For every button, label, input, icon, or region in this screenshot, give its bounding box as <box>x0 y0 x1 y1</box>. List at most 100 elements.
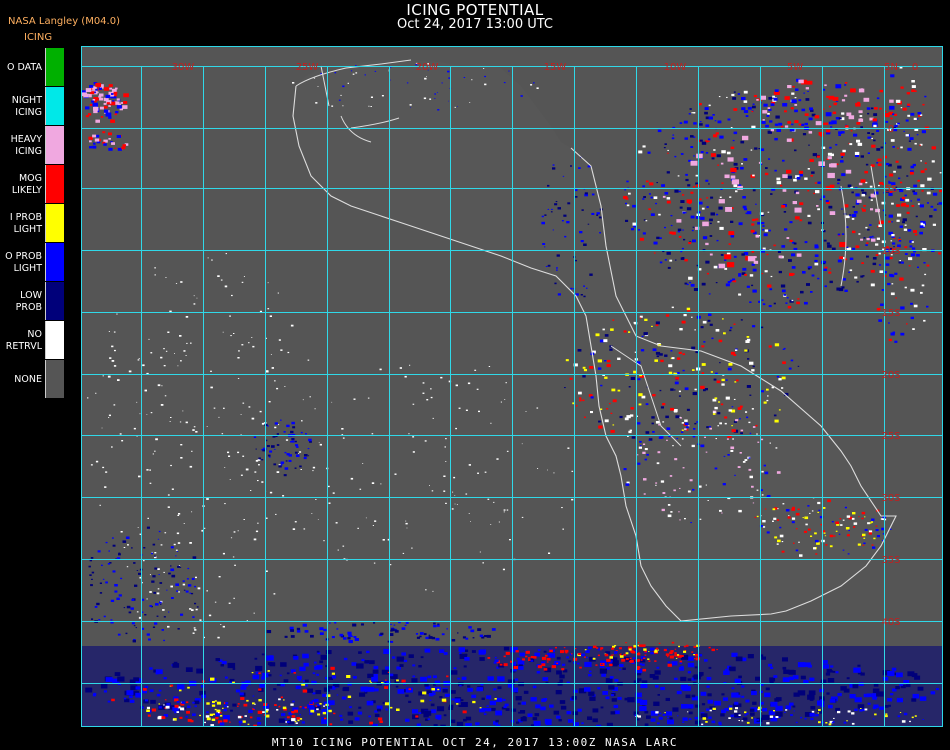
icing-pixel <box>446 628 448 630</box>
icing-pixel <box>667 266 671 269</box>
icing-pixel <box>450 690 456 694</box>
icing-pixel <box>791 99 797 104</box>
icing-pixel <box>592 708 599 713</box>
icing-pixel <box>744 714 747 716</box>
icing-pixel <box>596 647 599 649</box>
icing-pixel <box>542 677 549 681</box>
icing-pixel <box>374 688 379 692</box>
icing-pixel <box>278 706 280 708</box>
icing-pixel <box>720 713 725 717</box>
icing-pixel <box>916 254 920 257</box>
icing-pixel <box>423 633 427 636</box>
icing-pixel <box>890 117 893 120</box>
icing-pixel <box>769 715 774 718</box>
icing-pixel <box>930 205 934 208</box>
icing-pixel <box>921 130 926 134</box>
icing-pixel <box>95 119 100 123</box>
icing-pixel <box>681 431 684 433</box>
icing-pixel <box>319 703 322 705</box>
icing-pixel <box>708 666 712 669</box>
icing-pixel <box>750 712 755 716</box>
icing-pixel <box>284 451 287 454</box>
icing-pixel <box>902 221 905 224</box>
icing-pixel <box>731 425 733 427</box>
icing-pixel <box>807 190 810 192</box>
icing-pixel <box>292 528 296 530</box>
icing-pixel <box>464 649 469 652</box>
icing-pixel <box>514 678 519 681</box>
icing-pixel <box>433 622 436 625</box>
icing-pixel <box>887 698 893 702</box>
icing-pixel <box>181 701 186 704</box>
legend-swatch <box>45 204 64 242</box>
icing-pixel <box>625 197 629 200</box>
icing-pixel <box>875 529 879 532</box>
icing-pixel <box>361 658 365 662</box>
icing-pixel <box>884 715 888 718</box>
icing-pixel <box>674 652 677 654</box>
icing-pixel <box>238 350 240 352</box>
icing-pixel <box>105 471 108 473</box>
icing-pixel <box>642 185 645 188</box>
icing-pixel <box>302 653 309 659</box>
icing-pixel <box>350 477 354 480</box>
icing-pixel <box>194 629 197 631</box>
icing-pixel <box>773 244 776 247</box>
icing-pixel <box>762 303 766 306</box>
icing-pixel <box>639 237 644 241</box>
icing-pixel <box>513 665 518 669</box>
icing-pixel <box>707 693 712 697</box>
icing-pixel <box>172 719 175 721</box>
icing-pixel <box>696 421 699 423</box>
icing-pixel <box>688 242 692 245</box>
icing-pixel <box>858 88 865 93</box>
icing-pixel <box>240 414 242 415</box>
icing-pixel <box>290 441 293 443</box>
icing-pixel <box>693 112 696 114</box>
icing-pixel <box>304 630 309 633</box>
icing-pixel <box>731 179 739 185</box>
icing-pixel <box>358 706 362 709</box>
icing-pixel <box>695 657 700 661</box>
icing-pixel <box>724 259 727 261</box>
icing-pixel <box>677 715 679 717</box>
icing-pixel <box>85 687 93 693</box>
legend-title: ICING <box>24 32 53 43</box>
icing-pixel <box>751 263 755 266</box>
icing-pixel <box>635 659 640 662</box>
icing-pixel <box>269 662 276 667</box>
icing-pixel <box>424 710 432 716</box>
icing-pixel <box>900 203 905 207</box>
icing-pixel <box>811 510 814 512</box>
icing-pixel <box>852 206 855 208</box>
icing-pixel <box>465 637 469 640</box>
icing-pixel <box>829 280 833 284</box>
icing-pixel <box>255 448 257 450</box>
icing-pixel <box>267 282 269 284</box>
icing-pixel <box>723 332 726 335</box>
icing-pixel <box>587 646 592 650</box>
icing-pixel <box>269 315 272 317</box>
icing-pixel <box>178 591 180 593</box>
icing-pixel <box>819 198 822 201</box>
icing-pixel <box>714 120 717 122</box>
icing-pixel <box>114 672 121 676</box>
icing-pixel <box>846 677 850 680</box>
icing-pixel <box>390 628 395 632</box>
icing-pixel <box>96 91 99 94</box>
icing-pixel <box>259 410 262 413</box>
icing-pixel <box>357 527 359 529</box>
icing-pixel <box>637 462 641 465</box>
icing-pixel <box>584 656 586 658</box>
icing-pixel <box>712 707 716 710</box>
icing-pixel <box>642 145 646 148</box>
icing-pixel <box>653 701 660 706</box>
icing-pixel <box>282 706 287 710</box>
icing-pixel <box>779 526 782 529</box>
icing-pixel <box>621 658 626 662</box>
icing-pixel <box>143 547 146 549</box>
icing-pixel <box>329 723 333 726</box>
icing-pixel <box>673 489 676 492</box>
icing-pixel <box>831 521 834 523</box>
icing-pixel <box>371 676 378 682</box>
